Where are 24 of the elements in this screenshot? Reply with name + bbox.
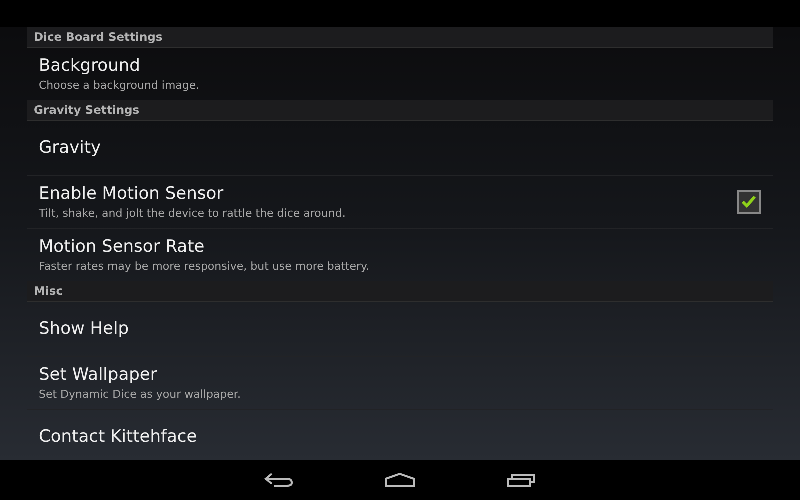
back-icon[interactable] bbox=[264, 472, 294, 488]
checkbox[interactable] bbox=[737, 190, 761, 214]
preference-title: Motion Sensor Rate bbox=[39, 236, 206, 258]
preference-title: Set Wallpaper bbox=[39, 364, 158, 386]
section-header: Misc bbox=[27, 281, 773, 302]
check-icon bbox=[741, 195, 757, 209]
section-header: Dice Board Settings bbox=[27, 27, 773, 48]
preference-title: Show Help bbox=[39, 318, 130, 340]
preference-title: Contact Kittehface bbox=[39, 426, 198, 448]
preference-title: Gravity bbox=[39, 138, 102, 158]
recent-apps-icon[interactable] bbox=[506, 472, 536, 488]
preference-summary: Faster rates may be more responsive, but use more battery. bbox=[39, 260, 370, 274]
preference-item[interactable]: Enable Motion Sensor Tilt, shake, and jolt the device to rattle the dice around. bbox=[27, 175, 773, 228]
preference-item[interactable]: Background Choose a background image. bbox=[27, 48, 773, 100]
preference-summary: Set Dynamic Dice as your wallpaper. bbox=[39, 388, 242, 402]
preference-title: Enable Motion Sensor bbox=[39, 184, 225, 204]
preference-summary: Choose a background image. bbox=[39, 78, 201, 92]
preference-item[interactable]: Show Help bbox=[27, 302, 773, 356]
home-icon[interactable] bbox=[384, 472, 416, 488]
section-header: Gravity Settings bbox=[27, 100, 773, 121]
preference-item[interactable]: Gravity bbox=[27, 121, 773, 175]
preference-title: Background bbox=[39, 56, 142, 76]
preference-item[interactable]: Set Wallpaper Set Dynamic Dice as your wallpaper. bbox=[27, 356, 773, 409]
preference-summary: Tilt, shake, and jolt the device to rattle the dice around. bbox=[39, 206, 347, 220]
